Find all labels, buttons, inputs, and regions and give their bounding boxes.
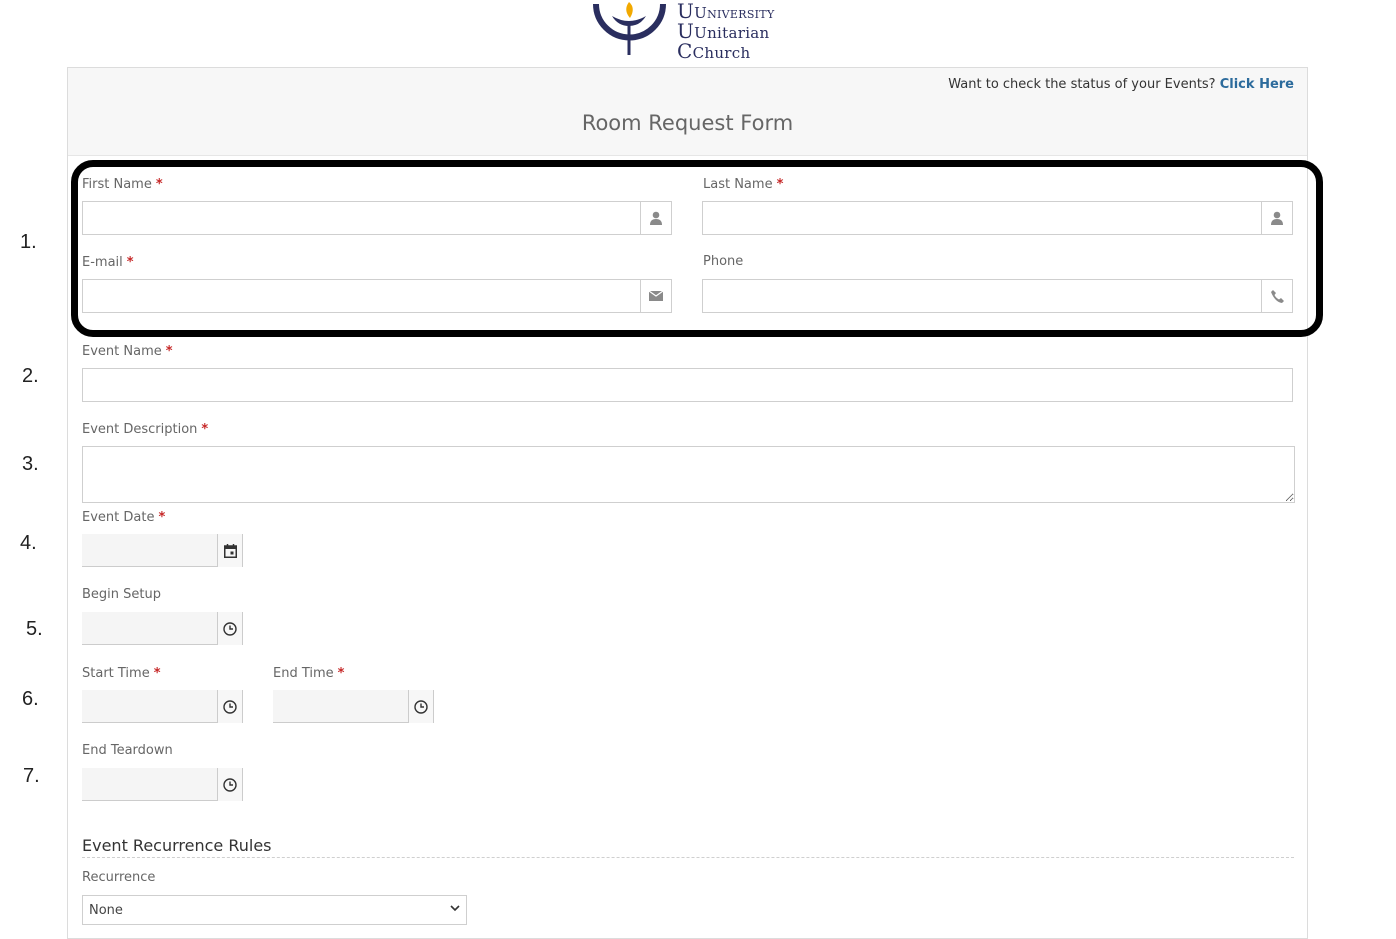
recurrence-label: Recurrence [82, 870, 156, 885]
step-number-5: 5. [26, 618, 43, 640]
required-marker: * [153, 666, 161, 681]
phone-input[interactable] [702, 279, 1293, 313]
status-link[interactable]: Click Here [1220, 77, 1294, 92]
phone-label: Phone [703, 254, 744, 269]
clock-icon[interactable] [217, 612, 243, 645]
phone-icon [1261, 280, 1292, 312]
end-teardown-label: End Teardown [82, 743, 173, 758]
clock-icon[interactable] [408, 690, 434, 723]
step-number-6: 6. [22, 688, 39, 710]
first-name-label: First Name * [82, 177, 163, 192]
recurrence-section-title: Event Recurrence Rules [82, 836, 272, 855]
last-name-label: Last Name * [703, 177, 784, 192]
begin-setup-input[interactable] [82, 612, 243, 645]
logo-wordmark: UUniversity UUnitarian CChurch [677, 1, 775, 63]
start-time-input[interactable] [82, 690, 243, 723]
event-date-label: Event Date * [82, 510, 166, 525]
first-name-input[interactable] [82, 201, 672, 235]
envelope-icon [640, 280, 671, 312]
church-logo: UUniversity UUnitarian CChurch [590, 0, 790, 62]
event-description-textarea[interactable] [82, 446, 1295, 503]
chevron-down-icon [450, 905, 460, 912]
email-input[interactable] [82, 279, 672, 313]
required-marker: * [201, 422, 209, 437]
step-number-1: 1. [20, 231, 37, 253]
last-name-input[interactable] [702, 201, 1293, 235]
end-time-input[interactable] [273, 690, 434, 723]
chalice-icon [593, 2, 666, 55]
start-time-label: Start Time * [82, 666, 161, 681]
required-marker: * [165, 344, 173, 359]
event-description-label: Event Description * [82, 422, 209, 437]
required-marker: * [126, 255, 134, 270]
required-marker: * [337, 666, 345, 681]
logo-line-3: CChurch [677, 39, 751, 63]
clock-icon[interactable] [217, 768, 243, 801]
section-divider [82, 857, 1294, 858]
event-name-input[interactable] [82, 368, 1293, 402]
status-prompt: Want to check the status of your Events? [948, 77, 1216, 92]
recurrence-select[interactable]: None [82, 895, 467, 925]
event-date-input[interactable] [82, 534, 243, 567]
event-name-label: Event Name * [82, 344, 173, 359]
email-label: E-mail * [82, 255, 134, 270]
clock-icon[interactable] [217, 690, 243, 723]
end-time-label: End Time * [273, 666, 345, 681]
step-number-2: 2. [22, 365, 39, 387]
step-number-4: 4. [20, 532, 37, 554]
required-marker: * [155, 177, 163, 192]
step-number-7: 7. [23, 765, 40, 787]
begin-setup-label: Begin Setup [82, 587, 161, 602]
person-icon [640, 202, 671, 234]
step-number-3: 3. [22, 453, 39, 475]
status-line: Want to check the status of your Events?… [948, 77, 1294, 92]
end-teardown-input[interactable] [82, 768, 243, 801]
recurrence-selected-value: None [89, 903, 123, 918]
required-marker: * [776, 177, 784, 192]
person-icon [1261, 202, 1292, 234]
form-title: Room Request Form [581, 111, 794, 135]
calendar-icon[interactable] [217, 534, 243, 567]
form-header: Want to check the status of your Events?… [68, 68, 1307, 156]
required-marker: * [158, 510, 166, 525]
form-panel: Want to check the status of your Events?… [67, 67, 1308, 939]
